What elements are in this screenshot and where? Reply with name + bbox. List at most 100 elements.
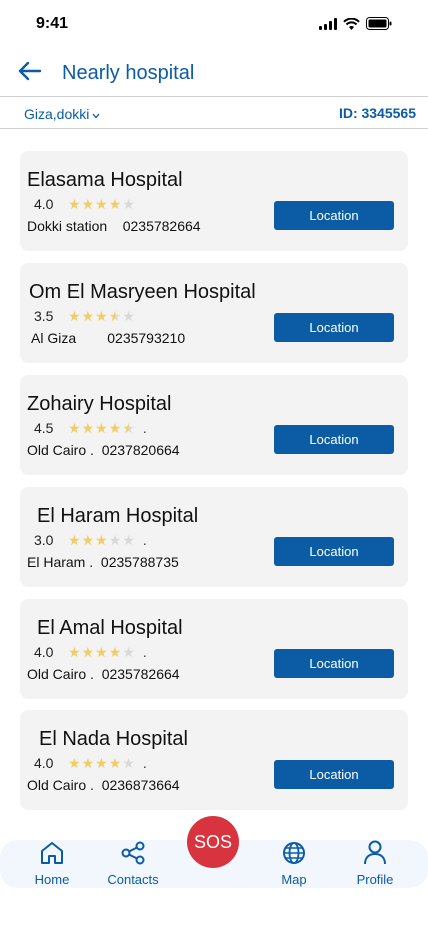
hospital-card[interactable]: Zohairy Hospital 4.5 ★ ★ ★ ★ ★ . Old Cairo .… [20,375,408,475]
hospital-card[interactable]: El Haram Hospital 3.0 ★ ★ ★ ★ ★ . El Haram .… [20,487,408,587]
status-time: 9:41 [36,15,69,32]
star-icon: ★ [81,644,95,660]
tab-contacts-label: Contacts [107,872,159,887]
hospital-phone: 0236873664 [101,777,180,793]
hospital-name: El Amal Hospital [37,617,183,639]
rating-row: 3.5 ★ ★ ★ ★ ★ [34,308,135,324]
location-dropdown[interactable]: Giza,dokki [24,106,100,122]
star-rating: ★ ★ ★ ★ ★ [68,645,135,659]
hospital-info: Al Giza 0235793210 [31,330,185,346]
hospital-card[interactable]: Om El Masryeen Hospital 3.5 ★ ★ ★ ★ ★ Al Giz… [20,263,408,363]
user-icon [362,839,388,870]
tab-map[interactable]: Map [264,840,324,888]
hospital-card[interactable]: El Nada Hospital 4.0 ★ ★ ★ ★ ★ . Old Cairo .… [20,710,408,810]
star-icon: ★ [68,755,81,771]
page-title: Nearly hospital [62,62,195,84]
hospital-name: Zohairy Hospital [27,393,172,415]
rating-value: 4.5 [34,420,54,436]
star-icon: ★ [122,196,135,212]
star-rating: ★ ★ ★ ★ ★ [68,533,135,547]
nav-bar: Nearly hospital [0,50,428,96]
rating-row: 4.5 ★ ★ ★ ★ ★ . [34,420,147,436]
chevron-down-icon [92,106,100,122]
hospital-name: Om El Masryeen Hospital [29,281,256,303]
tab-profile[interactable]: Profile [345,840,405,888]
star-icon: ★ [95,755,108,771]
star-icon: ★ [68,420,81,436]
location-button[interactable]: Location [274,649,394,678]
star-icon: ★ [95,644,108,660]
location-button[interactable]: Location [274,760,394,789]
star-icon: ★ [81,196,95,212]
star-icon: ★ [108,196,122,212]
separator-dot: . [142,644,147,660]
star-icon: ★ [108,755,122,771]
star-icon: ★ [81,532,95,548]
separator-dot: . [142,755,147,771]
star-icon: ★ [108,532,122,548]
hospital-area: Old Cairo . [27,777,94,793]
hospital-name: Elasama Hospital [27,169,183,191]
hospital-card[interactable]: El Amal Hospital 4.0 ★ ★ ★ ★ ★ . Old Cairo .… [20,599,408,699]
star-icon: ★ [81,420,95,436]
star-icon: ★ [95,196,108,212]
star-icon: ★ [95,420,108,436]
filter-divider [0,128,428,129]
hospital-phone: 0235793210 [107,330,186,346]
share-icon [120,841,146,870]
status-icons [319,17,392,35]
location-button[interactable]: Location [274,313,394,342]
star-icon: ★ [68,308,81,324]
hospital-info: Old Cairo . 0237820664 [27,442,180,458]
status-bar: 9:41 [0,0,428,50]
wifi-icon [343,17,360,35]
hospital-name: El Haram Hospital [37,505,199,527]
location-label: Giza,dokki [24,106,90,122]
rating-row: 4.0 ★ ★ ★ ★ ★ . [34,644,147,660]
rating-row: 4.0 ★ ★ ★ ★ ★ [34,196,135,212]
star-icon: ★ [68,644,81,660]
star-icon: ★ [108,644,122,660]
signal-icon [319,17,337,35]
star-icon: ★ [95,532,108,548]
tab-home-label: Home [34,872,70,887]
star-rating: ★ ★ ★ ★ ★ [68,421,135,435]
header-divider [0,96,428,97]
star-icon: ★ [122,420,135,436]
rating-row: 3.0 ★ ★ ★ ★ ★ . [34,532,147,548]
hospital-card[interactable]: Elasama Hospital 4.0 ★ ★ ★ ★ ★ Dokki station… [20,151,408,251]
sos-button[interactable]: SOS [187,816,239,868]
star-icon: ★ [122,308,135,324]
hospital-phone: 0235788735 [100,554,179,570]
hospital-phone: 0235782664 [101,666,180,682]
star-rating: ★ ★ ★ ★ ★ [68,309,135,323]
hospital-info: Old Cairo . 0236873664 [27,777,180,793]
tab-profile-label: Profile [356,872,394,887]
globe-icon [281,841,307,870]
separator-dot: . [142,420,147,436]
rating-value: 3.5 [34,308,54,324]
star-icon: ★ [95,308,108,324]
star-icon: ★ [122,532,135,548]
hospital-name: El Nada Hospital [39,728,188,750]
hospital-area: El Haram . [27,554,94,570]
hospital-phone: 0235782664 [122,218,201,234]
star-icon: ★ [81,308,95,324]
tab-contacts[interactable]: Contacts [98,840,168,888]
star-icon: ★ [122,755,135,771]
hospital-area: Dokki station [27,218,108,234]
star-icon: ★ [108,420,122,436]
hospital-area: Al Giza [31,330,77,346]
location-button[interactable]: Location [274,425,394,454]
location-button[interactable]: Location [274,537,394,566]
star-rating: ★ ★ ★ ★ ★ [68,197,135,211]
hospital-info: Dokki station 0235782664 [27,218,201,234]
rating-value: 3.0 [34,532,54,548]
back-button[interactable] [14,58,44,88]
tab-home[interactable]: Home [22,840,82,888]
location-button[interactable]: Location [274,201,394,230]
battery-icon [366,17,392,35]
star-rating: ★ ★ ★ ★ ★ [68,756,135,770]
star-icon: ★ [68,532,81,548]
tab-map-label: Map [281,872,307,887]
